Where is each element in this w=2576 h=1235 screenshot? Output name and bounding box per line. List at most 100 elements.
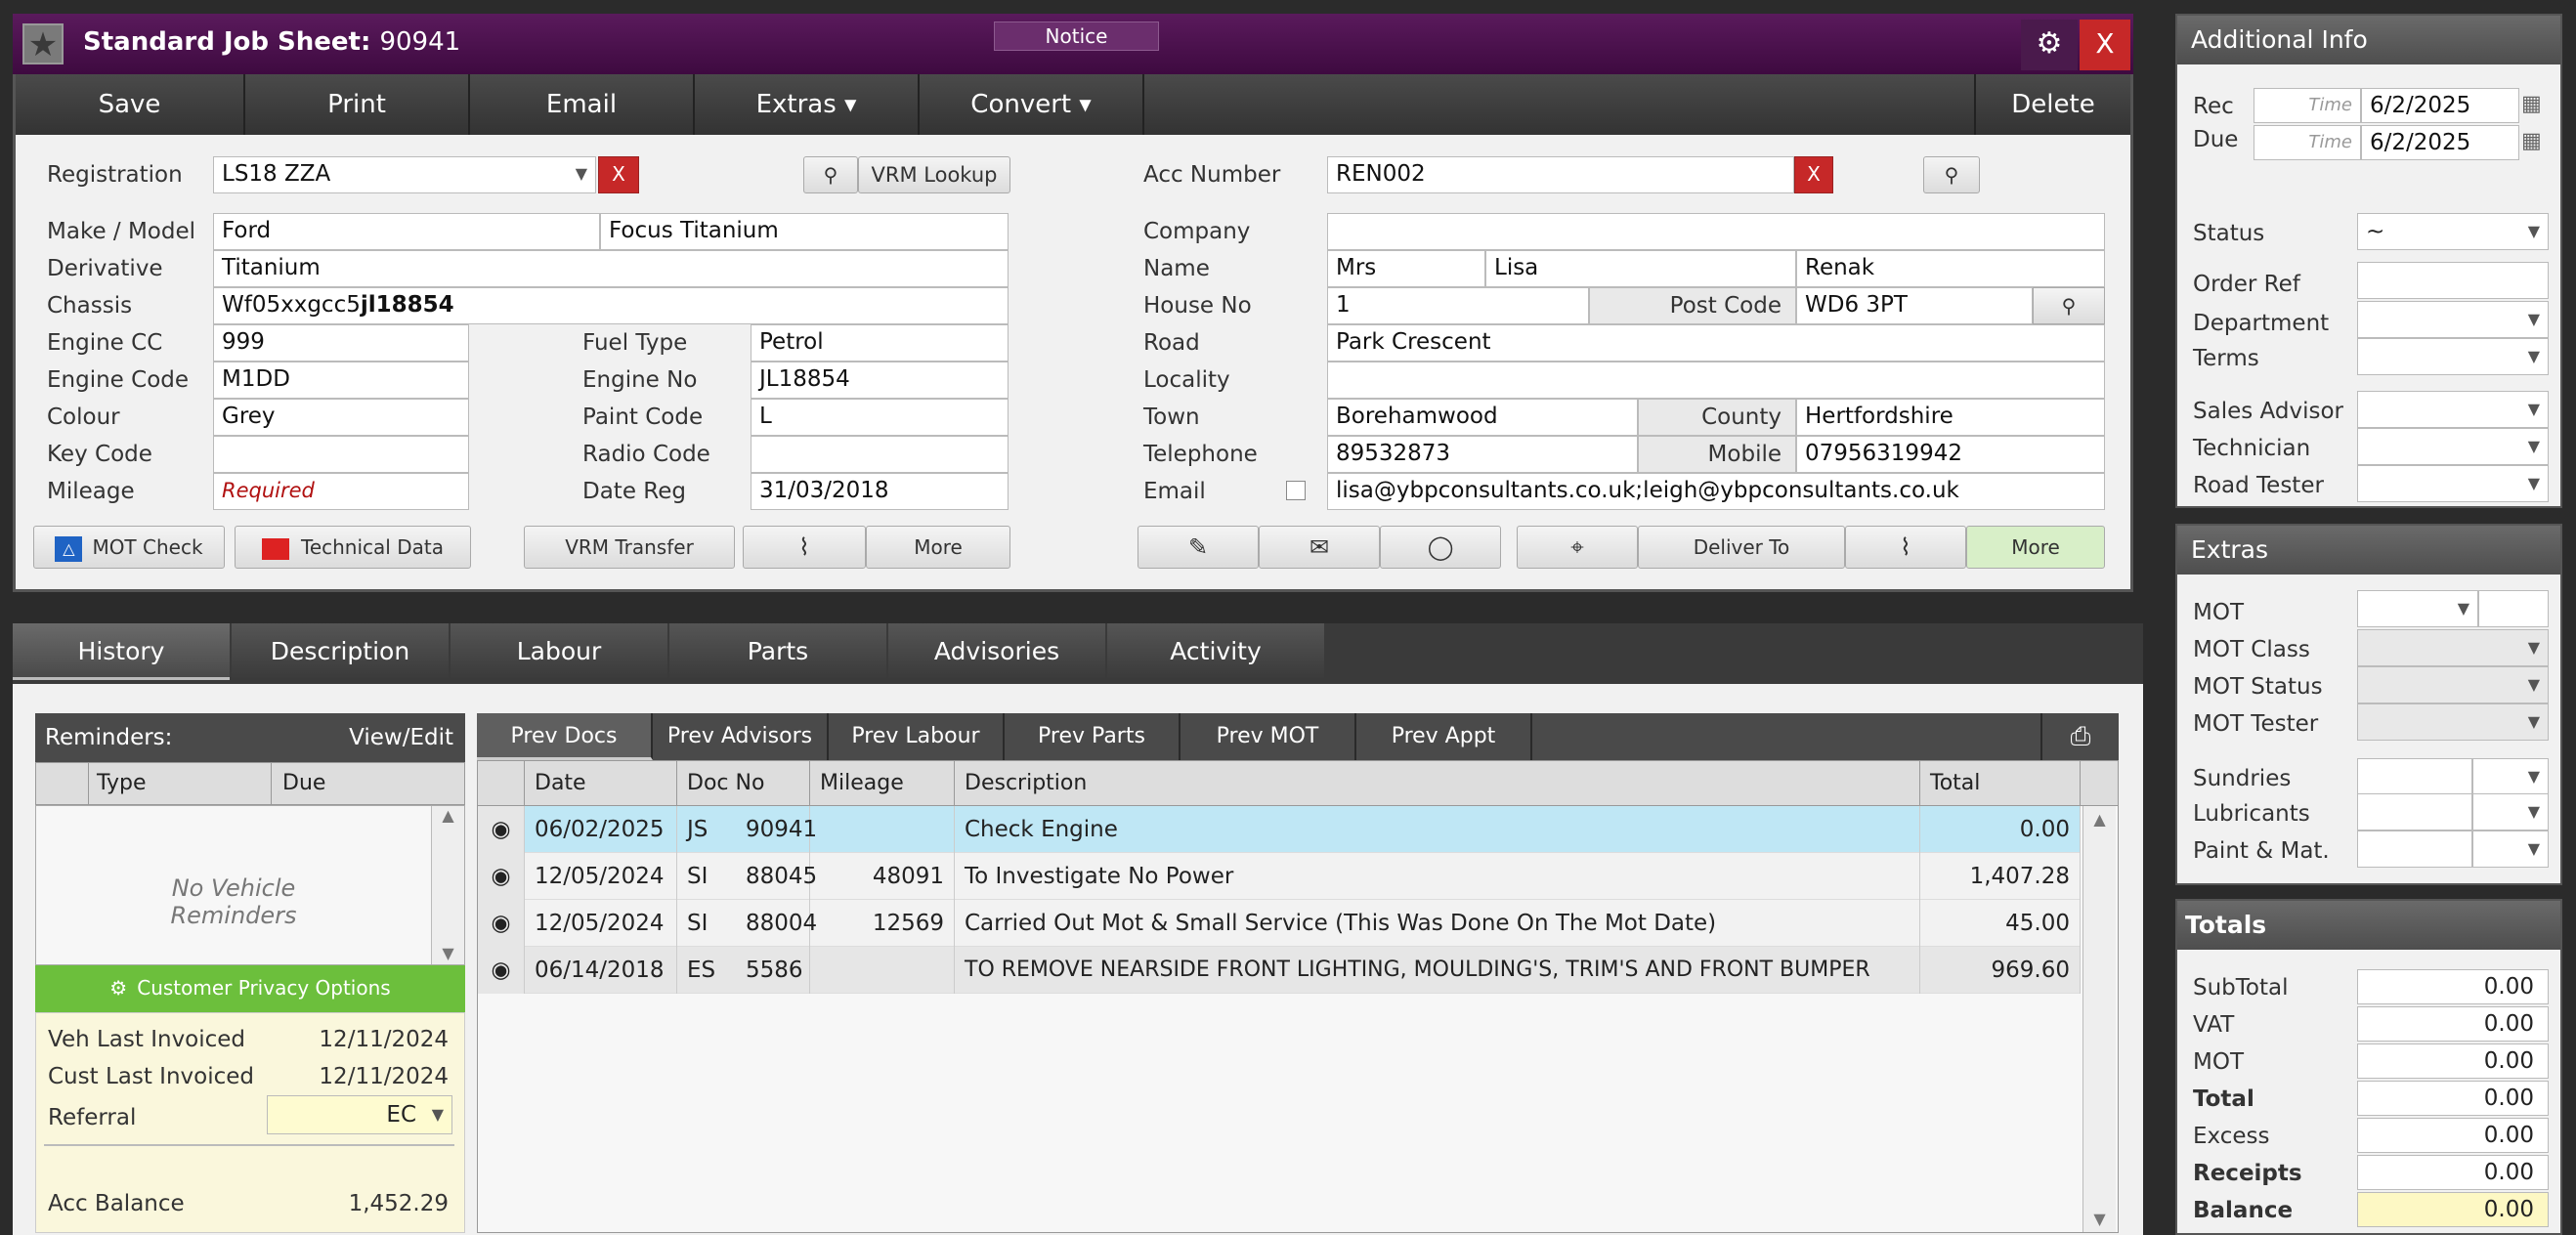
customer-more-button[interactable]: More	[1966, 526, 2105, 569]
lubricants-field[interactable]	[2357, 793, 2472, 830]
sundries-select[interactable]: ▼	[2472, 758, 2549, 795]
convert-menu[interactable]: Convert ▼	[920, 74, 1144, 135]
paperclip-icon[interactable]: ⌇	[743, 526, 866, 569]
mot-tester-select[interactable]: ▼	[2357, 703, 2549, 741]
search-icon[interactable]: ⚲	[1923, 156, 1980, 193]
title-field[interactable]: Mrs	[1327, 250, 1485, 287]
tab-activity[interactable]: Activity	[1107, 623, 1324, 680]
table-row[interactable]: ◉ 12/05/2024 SI 88004 12569 Carried Out …	[478, 900, 2081, 947]
order-ref-field[interactable]	[2357, 262, 2549, 299]
town-field[interactable]: Borehamwood	[1327, 399, 1638, 436]
house-no-field[interactable]: 1	[1327, 287, 1589, 324]
paperclip-icon[interactable]: ⌇	[1845, 526, 1966, 569]
eye-icon[interactable]: ◉	[478, 900, 525, 947]
mot-select[interactable]: ▼	[2357, 590, 2478, 627]
clear-registration-button[interactable]: X	[598, 156, 639, 193]
email-button[interactable]: Email	[470, 74, 695, 135]
rec-date-field[interactable]: 6/2/2025	[2361, 88, 2519, 123]
last-name-field[interactable]: Renak	[1796, 250, 2105, 287]
extras-menu[interactable]: Extras ▼	[695, 74, 920, 135]
table-row[interactable]: ◉ 06/14/2018 ES 5586 TO REMOVE NEARSIDE …	[478, 947, 2081, 994]
tab-parts[interactable]: Parts	[669, 623, 886, 680]
acc-number-field[interactable]: REN002	[1327, 156, 1794, 193]
lubricants-select[interactable]: ▼	[2472, 793, 2549, 830]
calendar-icon[interactable]: ▦	[2521, 92, 2542, 116]
paint-code-field[interactable]: L	[751, 399, 1009, 436]
county-field[interactable]: Hertfordshire	[1796, 399, 2105, 436]
reminder-col-due[interactable]: Due	[282, 771, 325, 795]
search-icon[interactable]: ⚲	[2033, 287, 2105, 324]
eye-icon[interactable]: ◉	[478, 806, 525, 853]
table-row[interactable]: ◉ 06/02/2025 JS 90941 Check Engine 0.00	[478, 806, 2081, 853]
locality-field[interactable]	[1327, 362, 2105, 399]
save-button[interactable]: Save	[16, 74, 245, 135]
search-icon[interactable]: ⚲	[803, 156, 858, 193]
eye-icon[interactable]: ◉	[478, 853, 525, 900]
grid-col-date[interactable]: Date	[525, 761, 677, 806]
status-select[interactable]: ~ ▼	[2357, 213, 2549, 250]
key-code-field[interactable]	[213, 436, 469, 473]
mobile-field[interactable]: 07956319942	[1796, 436, 2105, 473]
engine-no-field[interactable]: JL18854	[751, 362, 1009, 399]
customer-privacy-button[interactable]: ⚙ Customer Privacy Options	[35, 965, 465, 1012]
reminders-scrollbar[interactable]: ▲ ▼	[431, 806, 464, 964]
mot-check-button[interactable]: △ MOT Check	[33, 526, 225, 569]
table-row[interactable]: ◉ 12/05/2024 SI 88045 48091 To Investiga…	[478, 853, 2081, 900]
sales-advisor-select[interactable]: ▼	[2357, 391, 2549, 428]
scroll-up-icon[interactable]: ▲	[432, 806, 464, 825]
close-button[interactable]: X	[2080, 20, 2130, 70]
grid-col-description[interactable]: Description	[955, 761, 1920, 806]
paint-mat-select[interactable]: ▼	[2472, 830, 2549, 868]
chassis-field[interactable]: Wf05xxgcc5jl18854	[213, 287, 1009, 324]
engine-cc-field[interactable]: 999	[213, 324, 469, 362]
tab-history[interactable]: History	[13, 623, 230, 680]
grid-col-doc[interactable]: Doc No	[677, 761, 810, 806]
grid-scrollbar[interactable]: ▲ ▼	[2082, 806, 2116, 1232]
road-field[interactable]: Park Crescent	[1327, 324, 2105, 362]
printer-icon[interactable]: ⎙	[2040, 713, 2119, 760]
envelope-icon[interactable]: ✉	[1259, 526, 1380, 569]
company-field[interactable]	[1327, 213, 2105, 250]
rec-time-field[interactable]: Time	[2254, 88, 2361, 123]
deliver-to-button[interactable]: Deliver To	[1638, 526, 1845, 569]
gear-icon[interactable]: ⚙	[2021, 20, 2078, 70]
clear-account-button[interactable]: X	[1794, 156, 1833, 193]
grid-col-total[interactable]: Total	[1920, 761, 2081, 806]
tab-advisories[interactable]: Advisories	[888, 623, 1105, 680]
reminder-col-type[interactable]: Type	[97, 771, 147, 795]
email-checkbox[interactable]	[1286, 481, 1306, 500]
scroll-down-icon[interactable]: ▼	[432, 944, 464, 962]
technician-select[interactable]: ▼	[2357, 428, 2549, 465]
tab-prev-docs[interactable]: Prev Docs	[477, 713, 653, 760]
colour-field[interactable]: Grey	[213, 399, 469, 436]
referral-select[interactable]: EC ▼	[267, 1095, 452, 1134]
engine-code-field[interactable]: M1DD	[213, 362, 469, 399]
calendar-icon[interactable]: ▦	[2521, 129, 2542, 153]
date-reg-field[interactable]: 31/03/2018	[751, 473, 1009, 510]
tab-prev-parts[interactable]: Prev Parts	[1005, 713, 1181, 760]
post-code-field[interactable]: WD6 3PT	[1796, 287, 2033, 324]
tab-prev-mot[interactable]: Prev MOT	[1181, 713, 1356, 760]
telephone-field[interactable]: 89532873	[1327, 436, 1638, 473]
tab-labour[interactable]: Labour	[451, 623, 667, 680]
model-field[interactable]: Focus Titanium	[600, 213, 1009, 250]
delete-button[interactable]: Delete	[1974, 74, 2130, 135]
terms-select[interactable]: ▼	[2357, 338, 2549, 375]
registration-input[interactable]: LS18 ZZA ▼	[213, 156, 596, 193]
map-pin-icon[interactable]: ⌖	[1517, 526, 1638, 569]
due-time-field[interactable]: Time	[2254, 125, 2361, 160]
mot-class-select[interactable]: ▼	[2357, 629, 2549, 666]
vrm-transfer-button[interactable]: VRM Transfer	[524, 526, 735, 569]
eye-icon[interactable]: ◉	[478, 947, 525, 994]
fuel-type-field[interactable]: Petrol	[751, 324, 1009, 362]
due-date-field[interactable]: 6/2/2025	[2361, 125, 2519, 160]
first-name-field[interactable]: Lisa	[1485, 250, 1796, 287]
make-field[interactable]: Ford	[213, 213, 600, 250]
chat-icon[interactable]: ◯	[1380, 526, 1501, 569]
radio-code-field[interactable]	[751, 436, 1009, 473]
derivative-field[interactable]: Titanium	[213, 250, 1009, 287]
view-edit-link[interactable]: View/Edit	[349, 725, 453, 750]
mot-status-select[interactable]: ▼	[2357, 666, 2549, 703]
grid-col-mileage[interactable]: Mileage	[810, 761, 955, 806]
technical-data-button[interactable]: Technical Data	[235, 526, 471, 569]
